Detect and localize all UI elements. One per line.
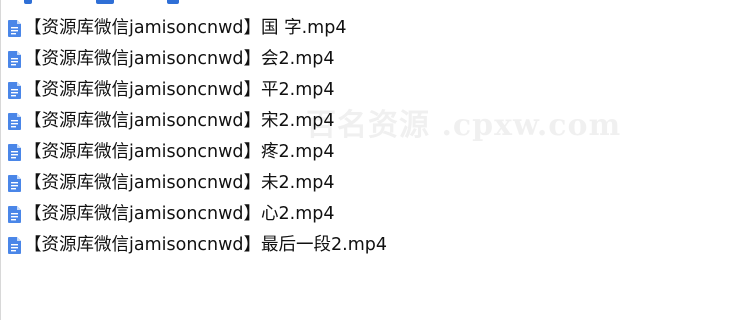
top-toolbar-fragment-2 (96, 0, 114, 4)
file-name: 【资源库微信jamisoncnwd】会2.mp4 (24, 49, 335, 69)
document-icon (8, 206, 21, 223)
file-row[interactable]: 【资源库微信jamisoncnwd】平2.mp4 (0, 75, 470, 106)
document-icon (8, 51, 21, 68)
file-row[interactable]: 【资源库微信jamisoncnwd】未2.mp4 (0, 168, 470, 199)
file-name: 【资源库微信jamisoncnwd】疼2.mp4 (24, 142, 335, 162)
file-row[interactable]: 【资源库微信jamisoncnwd】疼2.mp4 (0, 137, 470, 168)
file-name: 【资源库微信jamisoncnwd】国 字.mp4 (24, 18, 347, 38)
file-name: 【资源库微信jamisoncnwd】最后一段2.mp4 (24, 235, 388, 255)
file-row[interactable]: 【资源库微信jamisoncnwd】会2.mp4 (0, 44, 470, 75)
top-toolbar-fragment-3 (167, 0, 179, 4)
file-row[interactable]: 【资源库微信jamisoncnwd】宋2.mp4 (0, 106, 470, 137)
file-name: 【资源库微信jamisoncnwd】未2.mp4 (24, 173, 335, 193)
document-icon (8, 144, 21, 161)
document-icon (8, 20, 21, 37)
document-icon (8, 237, 21, 254)
file-name: 【资源库微信jamisoncnwd】心2.mp4 (24, 204, 335, 224)
top-toolbar-fragment-1 (24, 0, 32, 4)
document-icon (8, 175, 21, 192)
file-row[interactable]: 【资源库微信jamisoncnwd】心2.mp4 (0, 199, 470, 230)
document-icon (8, 113, 21, 130)
file-row[interactable]: 【资源库微信jamisoncnwd】国 字.mp4 (0, 13, 470, 44)
file-row[interactable]: 【资源库微信jamisoncnwd】最后一段2.mp4 (0, 230, 470, 261)
file-name: 【资源库微信jamisoncnwd】宋2.mp4 (24, 111, 335, 131)
document-icon (8, 82, 21, 99)
file-list: 【资源库微信jamisoncnwd】国 字.mp4 【资源库微信jamisonc… (0, 13, 470, 261)
file-name: 【资源库微信jamisoncnwd】平2.mp4 (24, 80, 335, 100)
